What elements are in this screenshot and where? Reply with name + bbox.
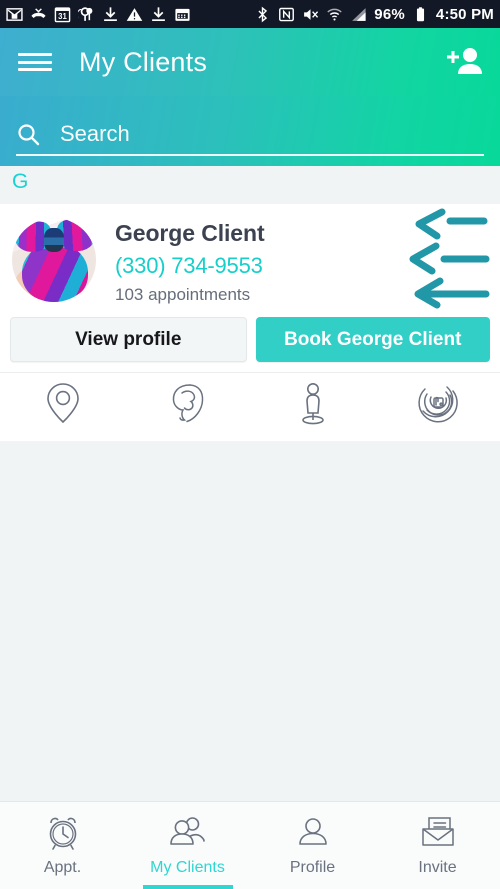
svg-text:31: 31 [58, 11, 67, 20]
app-screen: 31 96% 4:50 PM My Clients Search G Georg… [0, 0, 500, 889]
envelope-letter-icon [421, 817, 454, 846]
status-bar-right-icons: 96% 4:50 PM [247, 6, 494, 23]
hairstyle-action[interactable] [125, 381, 250, 425]
nav-item-profile[interactable]: Profile [250, 802, 375, 889]
nav-label-my-clients: My Clients [150, 859, 225, 876]
spiral-circles-action[interactable] [375, 381, 500, 425]
download-icon-2 [152, 6, 165, 21]
search-row [16, 121, 484, 156]
location-pin-icon [46, 383, 79, 424]
mute-icon [304, 8, 319, 20]
missed-call-icon [31, 7, 46, 18]
active-tab-indicator [142, 885, 233, 889]
google-maps-icon [78, 6, 93, 21]
client-name: George Client [115, 220, 265, 246]
bottom-navigation: Appt. My Clients Profile Invite [0, 801, 500, 889]
person-standing-icon [301, 383, 324, 425]
nfc-icon [279, 7, 295, 21]
book-client-button[interactable]: Book George Client [255, 317, 490, 362]
nav-label-invite: Invite [418, 859, 457, 876]
search-input[interactable] [60, 121, 484, 147]
search-bar [0, 96, 500, 166]
nav-item-appt[interactable]: Appt. [0, 802, 125, 889]
battery-icon [416, 6, 424, 21]
status-bar: 31 96% 4:50 PM [0, 0, 500, 28]
app-bar: My Clients [0, 28, 500, 96]
nav-label-appt: Appt. [43, 859, 82, 876]
calendar-31-icon: 31 [54, 6, 71, 22]
nav-item-my-clients[interactable]: My Clients [125, 802, 250, 889]
battery-percent: 96% [374, 5, 405, 23]
client-row[interactable]: George Client (330) 734-9553 103 appoint… [0, 204, 500, 311]
status-bar-left-icons: 31 [6, 6, 198, 23]
avatar [12, 218, 96, 302]
nav-label-profile: Profile [289, 859, 336, 876]
client-action-buttons: View profile Book George Client [0, 311, 500, 372]
cellular-signal-icon [352, 7, 366, 21]
location-pin-action[interactable] [0, 381, 125, 425]
empty-list-area [0, 441, 500, 801]
client-quick-actions [0, 372, 500, 439]
ticket-calendar-icon [175, 8, 190, 21]
add-person-icon[interactable] [444, 44, 484, 80]
spiral-circles-icon [417, 386, 458, 423]
two-people-icon [169, 817, 205, 845]
client-appointments-count: 103 appointments [115, 285, 251, 304]
nav-item-invite[interactable]: Invite [375, 802, 500, 889]
wifi-icon [327, 8, 342, 21]
clock-time: 4:50 PM [435, 5, 494, 23]
warning-icon [126, 7, 143, 21]
client-info: George Client (330) 734-9553 103 appoint… [115, 218, 265, 305]
page-title: My Clients [79, 46, 208, 77]
search-icon [18, 124, 40, 146]
bluetooth-icon [258, 6, 268, 22]
client-card: George Client (330) 734-9553 103 appoint… [0, 204, 500, 441]
view-profile-button[interactable]: View profile [10, 317, 247, 362]
hamburger-menu-icon[interactable] [18, 49, 52, 75]
three-left-arrows-annotation [409, 208, 490, 309]
gmail-icon [6, 7, 23, 21]
person-standing-action[interactable] [250, 381, 375, 425]
download-icon [104, 6, 117, 21]
client-phone[interactable]: (330) 734-9553 [115, 253, 265, 279]
section-header-letter: G [0, 166, 500, 204]
person-icon [298, 818, 327, 845]
alarm-clock-icon [49, 817, 76, 850]
hairstyle-head-icon [172, 384, 203, 423]
